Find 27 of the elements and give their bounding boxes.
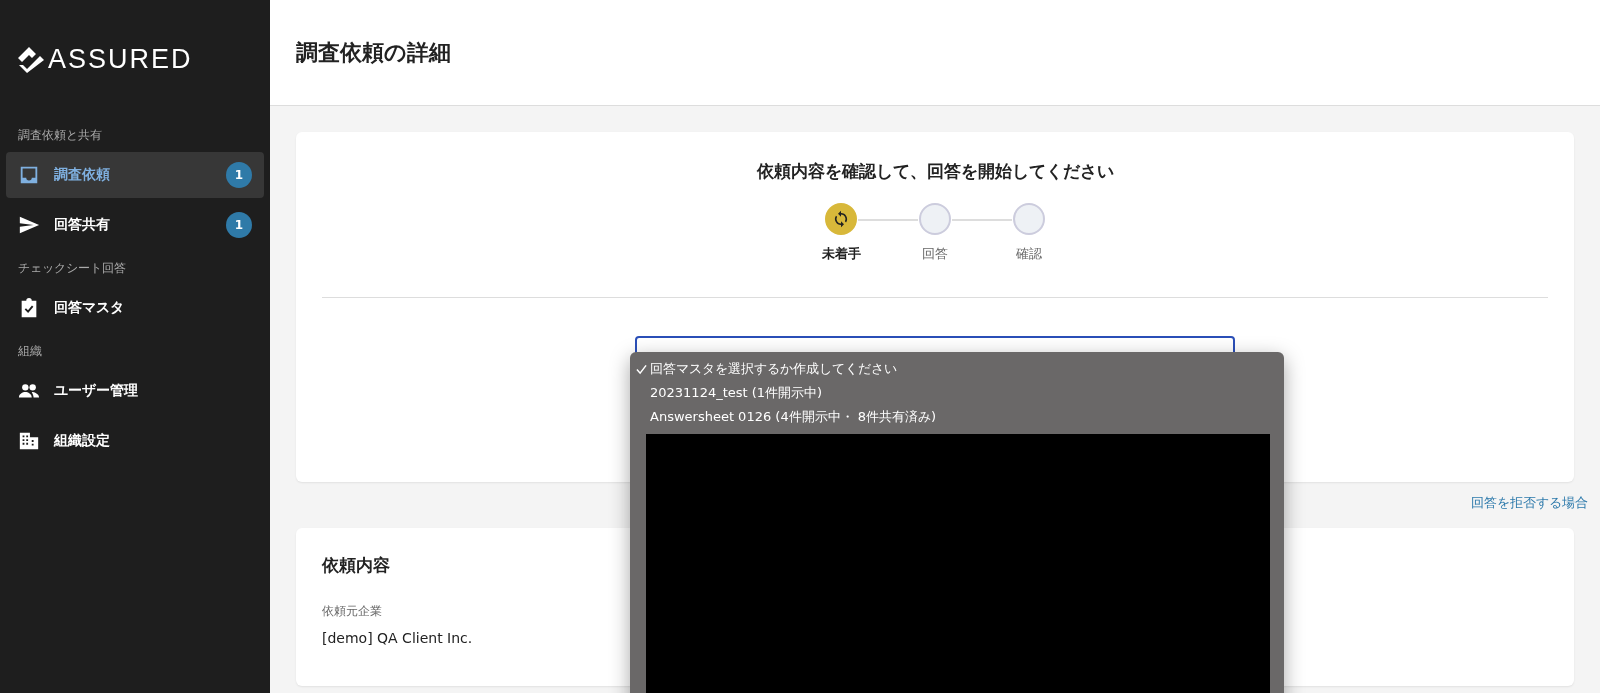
field-value: [demo] QA Client Inc. bbox=[322, 630, 474, 646]
section-heading: 調査依頼と共有 bbox=[17, 127, 103, 144]
step-label: 未着手 bbox=[821, 245, 861, 263]
count-badge: 1 bbox=[226, 162, 252, 188]
send-icon bbox=[18, 214, 40, 236]
nav-item[interactable]: 回答共有 1 bbox=[6, 202, 264, 248]
field-label: 依頼元企業 bbox=[322, 603, 383, 620]
nav-item[interactable]: ユーザー管理 bbox=[6, 368, 264, 414]
dropdown-option[interactable]: 回答マスタを選択するか作成してください bbox=[636, 357, 1270, 381]
dropdown-option[interactable]: Answersheet 0126 (4件開示中・ 8件共有済み) bbox=[636, 405, 1270, 429]
nav-item[interactable]: 回答マスタ bbox=[6, 285, 264, 331]
step-label: 確認 bbox=[1016, 245, 1042, 263]
status-heading: 依頼内容を確認して、回答を開始してください bbox=[756, 160, 1114, 183]
nav-item[interactable]: 組織設定 bbox=[6, 418, 264, 464]
section-heading: 組織 bbox=[17, 343, 43, 360]
step-label: 回答 bbox=[922, 245, 948, 263]
section-heading: チェックシート回答 bbox=[17, 260, 127, 277]
card-title: 依頼内容 bbox=[322, 554, 391, 577]
nav-item[interactable]: 調査依頼 1 bbox=[6, 152, 264, 198]
count-badge: 1 bbox=[226, 212, 252, 238]
dropdown-option[interactable]: 20231124_test (1件開示中) bbox=[636, 381, 1270, 405]
decline-link[interactable]: 回答を拒否する場合 bbox=[1471, 494, 1588, 512]
sync-icon bbox=[832, 210, 850, 228]
page-title: 調査依頼の詳細 bbox=[296, 38, 451, 67]
inbox-icon bbox=[18, 164, 40, 186]
building-icon bbox=[18, 430, 40, 452]
logo-text: ASSURED bbox=[48, 44, 193, 75]
